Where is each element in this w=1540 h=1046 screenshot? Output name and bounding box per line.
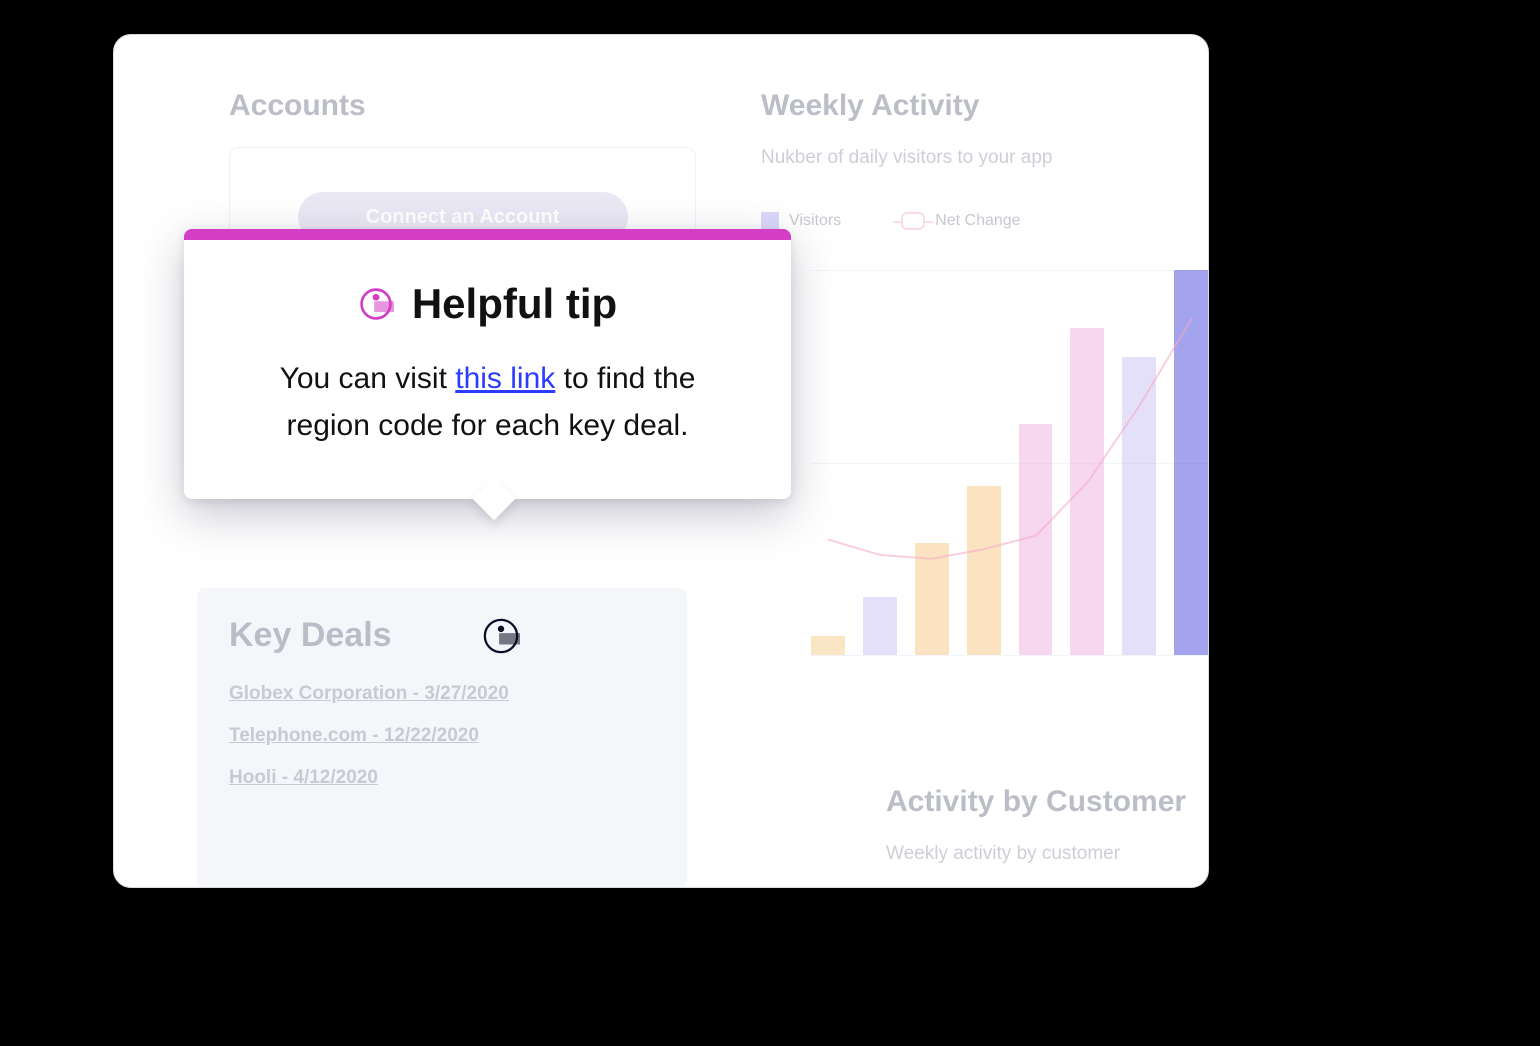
key-deal-link[interactable]: Globex Corporation - 3/27/2020 — [229, 683, 509, 705]
legend-item-visitors: Visitors — [761, 212, 841, 230]
legend-visitors-label: Visitors — [789, 212, 841, 230]
key-deal-link[interactable]: Hooli - 4/12/2020 — [229, 767, 378, 789]
netchange-swatch-icon — [901, 212, 925, 230]
popover-link[interactable]: this link — [455, 362, 555, 395]
popover-title: Helpful tip — [412, 280, 617, 328]
key-deal-link[interactable]: Telephone.com - 12/22/2020 — [229, 725, 479, 747]
info-icon — [358, 286, 394, 322]
weekly-activity-subtitle: Nukber of daily visitors to your app — [761, 147, 1052, 169]
weekly-activity-title: Weekly Activity — [761, 89, 979, 123]
key-deals-list: Globex Corporation - 3/27/2020 Telephone.… — [229, 683, 655, 789]
activity-by-customer-subtitle: Weekly activity by customer — [886, 843, 1120, 865]
key-deals-title: Key Deals — [229, 616, 392, 655]
helpful-tip-popover: Helpful tip You can visit this link to f… — [184, 229, 791, 499]
visitors-swatch-icon — [761, 212, 779, 230]
accounts-title: Accounts — [229, 89, 366, 123]
legend-item-netchange: Net Change — [901, 212, 1020, 230]
popover-text: You can visit this link to find the regi… — [244, 356, 731, 449]
legend-netchange-label: Net Change — [935, 212, 1020, 230]
activity-by-customer-title: Activity by Customer — [886, 785, 1186, 819]
info-icon[interactable] — [482, 617, 520, 655]
popover-accent-stripe — [184, 229, 791, 240]
weekly-activity-chart — [811, 270, 1208, 655]
popover-text-before: You can visit — [280, 362, 456, 395]
key-deals-card: Key Deals Globex Corporation - 3/27/2020… — [197, 588, 687, 888]
chart-legend: Visitors Net Change — [761, 212, 1021, 230]
